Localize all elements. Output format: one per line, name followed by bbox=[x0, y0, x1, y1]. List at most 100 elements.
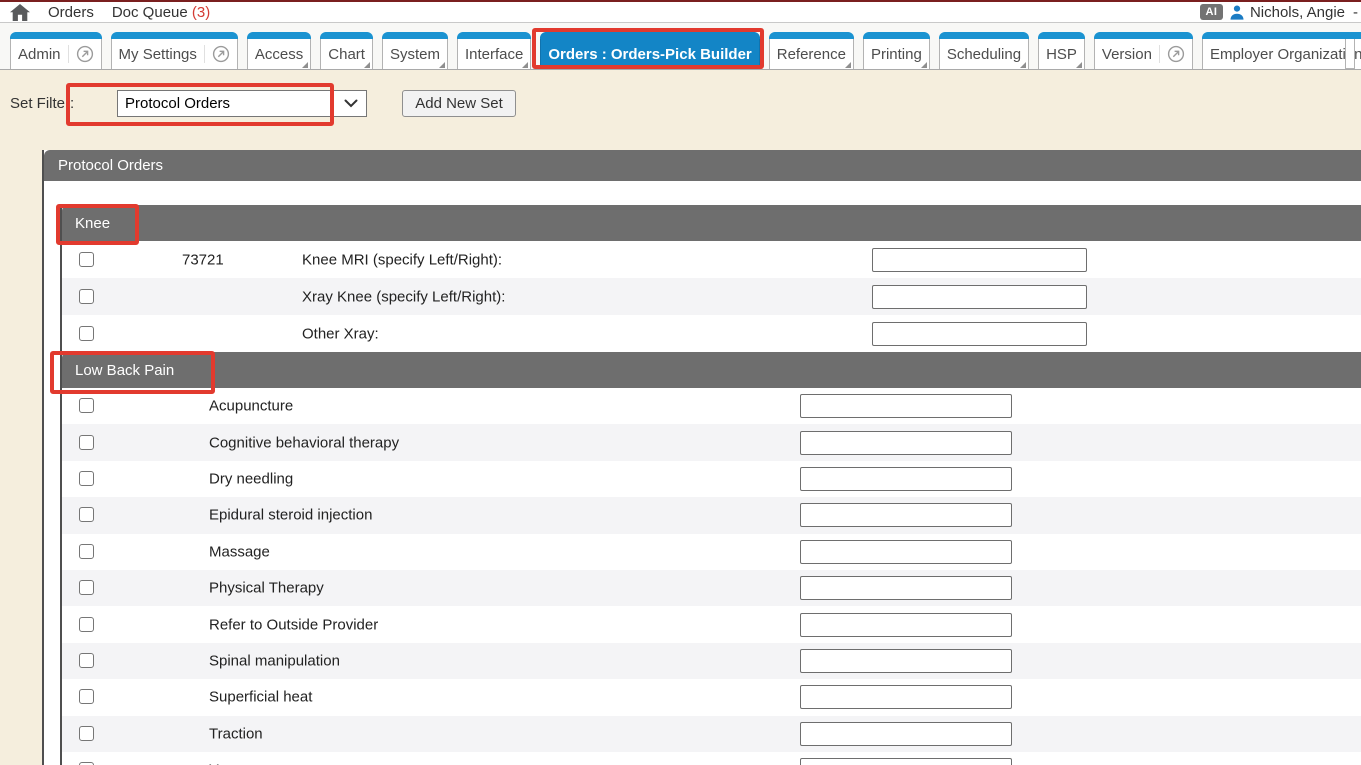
tab-version[interactable]: Version bbox=[1094, 32, 1193, 69]
tab-employer-organizations[interactable]: Employer Organizations bbox=[1202, 32, 1361, 69]
dropdown-corner-icon bbox=[522, 62, 528, 68]
tab-top-cap bbox=[320, 32, 373, 39]
order-checkbox[interactable] bbox=[79, 544, 94, 559]
tab-top-cap bbox=[247, 32, 311, 39]
order-text-input[interactable] bbox=[800, 503, 1012, 527]
order-checkbox[interactable] bbox=[79, 653, 94, 668]
order-row-cognitive-behavioral-therapy: Cognitive behavioral therapy bbox=[62, 424, 1361, 460]
dropdown-corner-icon bbox=[439, 62, 445, 68]
order-row-massage: Massage bbox=[62, 534, 1361, 570]
tab-orders-orders-pick-builder[interactable]: Orders : Orders-Pick Builder bbox=[540, 32, 759, 69]
tab-access[interactable]: Access bbox=[247, 32, 311, 69]
dropdown-corner-icon bbox=[1020, 62, 1026, 68]
tab-reference[interactable]: Reference bbox=[769, 32, 854, 69]
order-row-yoga: Yoga bbox=[62, 752, 1361, 765]
order-text-input[interactable] bbox=[800, 394, 1012, 418]
order-label: Spinal manipulation bbox=[209, 652, 340, 669]
order-label: Dry needling bbox=[209, 470, 293, 487]
panel-spacer bbox=[44, 181, 1361, 205]
order-checkbox[interactable] bbox=[79, 507, 94, 522]
menu-item-doc-queue[interactable]: Doc Queue (3) bbox=[112, 4, 210, 21]
tab-top-cap bbox=[111, 32, 238, 39]
order-text-input[interactable] bbox=[872, 322, 1087, 346]
order-row-epidural-steroid-injection: Epidural steroid injection bbox=[62, 497, 1361, 533]
menu-item-orders[interactable]: Orders bbox=[48, 4, 94, 21]
order-label: Massage bbox=[209, 543, 270, 560]
order-code: 73721 bbox=[182, 251, 224, 268]
order-text-input[interactable] bbox=[800, 685, 1012, 709]
tab-interface[interactable]: Interface bbox=[457, 32, 531, 69]
tab-label: Access bbox=[255, 46, 303, 63]
section-name: Low Back Pain bbox=[75, 362, 174, 379]
order-checkbox[interactable] bbox=[79, 689, 94, 704]
tab-top-cap bbox=[1345, 32, 1355, 39]
section-name: Knee bbox=[75, 215, 110, 232]
tab-top-cap bbox=[457, 32, 531, 39]
tab-top-cap bbox=[1202, 32, 1361, 39]
tab-admin[interactable]: Admin bbox=[10, 32, 102, 69]
order-text-input[interactable] bbox=[800, 431, 1012, 455]
order-text-input[interactable] bbox=[872, 248, 1087, 272]
order-text-input[interactable] bbox=[800, 467, 1012, 491]
tab-label: HSP bbox=[1046, 46, 1077, 63]
order-checkbox[interactable] bbox=[79, 398, 94, 413]
set-filter-label: Set Filter: bbox=[10, 95, 74, 112]
dropdown-corner-icon bbox=[845, 62, 851, 68]
partial-tab[interactable] bbox=[1345, 32, 1355, 69]
order-checkbox[interactable] bbox=[79, 580, 94, 595]
user-area: AI Nichols, Angie - bbox=[1200, 4, 1361, 21]
tab-chart[interactable]: Chart bbox=[320, 32, 373, 69]
order-label: Other Xray: bbox=[302, 325, 379, 342]
tab-label: Scheduling bbox=[947, 46, 1021, 63]
dropdown-corner-icon bbox=[302, 62, 308, 68]
tab-label: Interface bbox=[465, 46, 523, 63]
tab-label: Orders : Orders-Pick Builder bbox=[548, 46, 751, 63]
tab-system[interactable]: System bbox=[382, 32, 448, 69]
order-label: Yoga bbox=[209, 762, 243, 765]
tab-bar: Admin My Settings Access bbox=[0, 23, 1361, 70]
order-checkbox[interactable] bbox=[79, 726, 94, 741]
order-checkbox[interactable] bbox=[79, 435, 94, 450]
home-button[interactable] bbox=[10, 4, 30, 21]
order-checkbox[interactable] bbox=[79, 471, 94, 486]
orders-panel: Protocol Orders Knee 73721 Knee MRI (spe… bbox=[42, 150, 1361, 765]
order-label: Traction bbox=[209, 725, 263, 742]
section-header-low-back-pain: Low Back Pain bbox=[62, 352, 1361, 388]
chevron-down-icon bbox=[344, 99, 358, 108]
tab-my-settings[interactable]: My Settings bbox=[111, 32, 238, 69]
order-text-input[interactable] bbox=[800, 758, 1012, 765]
tab-top-cap bbox=[769, 32, 854, 39]
order-text-input[interactable] bbox=[800, 722, 1012, 746]
tab-label: System bbox=[390, 46, 440, 63]
set-filter-dropdown[interactable]: Protocol Orders bbox=[117, 90, 367, 117]
user-menu[interactable] bbox=[1229, 4, 1245, 20]
order-row-traction: Traction bbox=[62, 716, 1361, 752]
dropdown-corner-icon bbox=[364, 62, 370, 68]
order-text-input[interactable] bbox=[800, 613, 1012, 637]
order-row-knee-mri-specify-left-right: 73721 Knee MRI (specify Left/Right): bbox=[62, 241, 1361, 278]
order-text-input[interactable] bbox=[800, 540, 1012, 564]
order-label: Physical Therapy bbox=[209, 580, 324, 597]
order-text-input[interactable] bbox=[872, 285, 1087, 309]
order-checkbox[interactable] bbox=[79, 326, 94, 341]
order-checkbox[interactable] bbox=[79, 252, 94, 267]
order-checkbox[interactable] bbox=[79, 289, 94, 304]
order-row-acupuncture: Acupuncture bbox=[62, 388, 1361, 424]
order-text-input[interactable] bbox=[800, 576, 1012, 600]
tab-top-cap bbox=[382, 32, 448, 39]
tab-top-cap bbox=[939, 32, 1029, 39]
user-name-trailing: - bbox=[1353, 4, 1358, 21]
tab-label: Printing bbox=[871, 46, 922, 63]
tab-printing[interactable]: Printing bbox=[863, 32, 930, 69]
ai-badge[interactable]: AI bbox=[1200, 4, 1223, 20]
order-checkbox[interactable] bbox=[79, 617, 94, 632]
add-new-set-button[interactable]: Add New Set bbox=[402, 90, 516, 117]
tab-hsp[interactable]: HSP bbox=[1038, 32, 1085, 69]
order-text-input[interactable] bbox=[800, 649, 1012, 673]
order-row-spinal-manipulation: Spinal manipulation bbox=[62, 643, 1361, 679]
order-row-other-xray: Other Xray: bbox=[62, 315, 1361, 352]
order-label: Cognitive behavioral therapy bbox=[209, 434, 399, 451]
order-row-physical-therapy: Physical Therapy bbox=[62, 570, 1361, 606]
tab-scheduling[interactable]: Scheduling bbox=[939, 32, 1029, 69]
panel-title: Protocol Orders bbox=[58, 157, 163, 174]
